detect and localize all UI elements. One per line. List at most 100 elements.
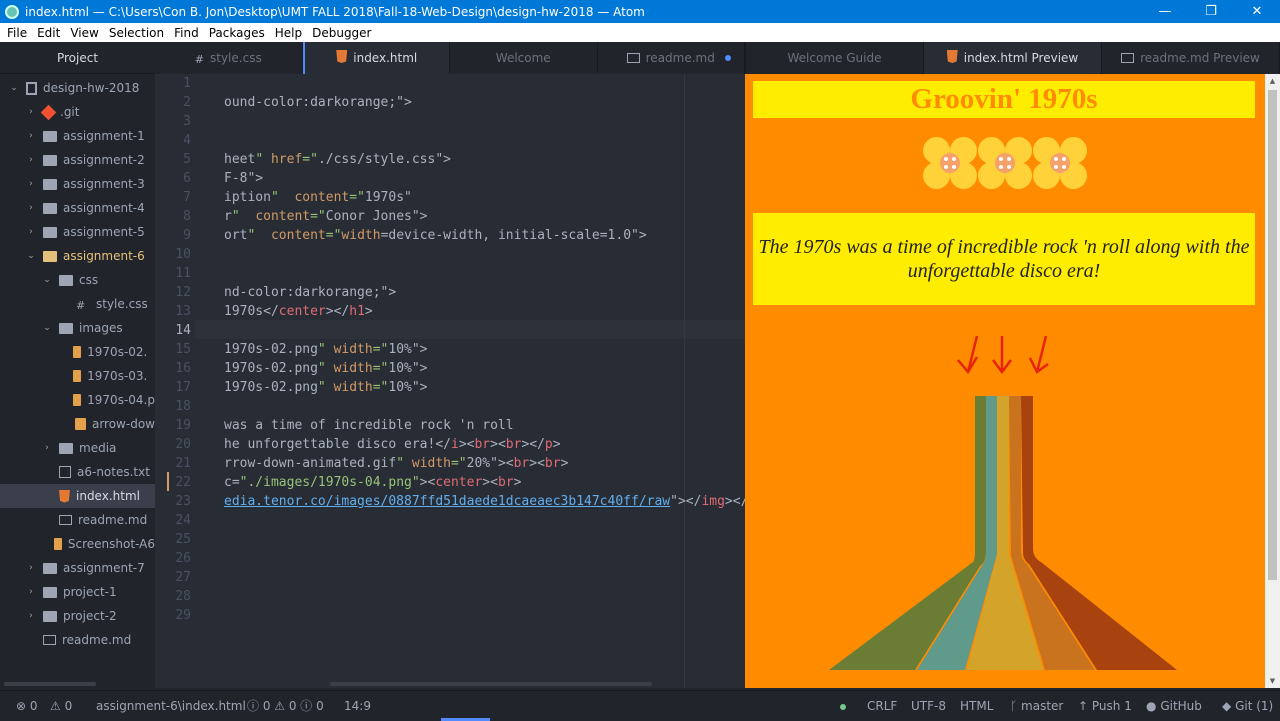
text-file-icon [59, 466, 71, 478]
status-bar: ⊗ 0 ⚠ 0 assignment-6\index.html ⓘ 0 ⚠ 0 … [0, 690, 1280, 721]
folder-icon [43, 610, 57, 622]
tree-item[interactable]: readme.md [0, 508, 155, 532]
chevron-right-icon[interactable]: › [25, 563, 37, 573]
chevron-right-icon[interactable]: › [25, 155, 37, 165]
menu-bar: File Edit View Selection Find Packages H… [0, 23, 1280, 42]
minimize-button[interactable]: — [1142, 4, 1188, 19]
chevron-right-icon[interactable]: › [25, 131, 37, 141]
html-preview-pane[interactable]: Groovin' 1970s The 1970s was a time of i… [745, 74, 1265, 688]
menu-help[interactable]: Help [270, 26, 307, 40]
branch-selector[interactable]: ᚴ master [1010, 691, 1063, 721]
chevron-right-icon[interactable]: › [41, 443, 53, 453]
cursor-position[interactable]: 14:9 [344, 691, 371, 721]
chevron-right-icon[interactable]: › [25, 227, 37, 237]
chevron-down-icon[interactable]: ⌄ [41, 323, 53, 333]
tree-item[interactable]: › assignment-7 [0, 556, 155, 580]
code-line: iption" content="1970s" [224, 190, 412, 205]
tree-item[interactable]: › assignment-4 [0, 196, 155, 220]
tab-label: readme.md [645, 51, 715, 65]
tree-item[interactable]: readme.md [0, 628, 155, 652]
linter-summary[interactable]: ⓘ 0 ⚠ 0 ⓘ 0 [247, 691, 324, 721]
tree-item[interactable]: › project-1 [0, 580, 155, 604]
tree-item[interactable]: arrow-dow [0, 412, 155, 436]
line-number: 5 [183, 152, 191, 167]
preview-vertical-scrollbar[interactable]: ▲ ▼ [1265, 74, 1280, 688]
error-count[interactable]: ⊗ 0 [16, 691, 38, 721]
chevron-right-icon[interactable]: › [25, 179, 37, 189]
tree-item[interactable]: › assignment-5 [0, 220, 155, 244]
scrollbar-thumb[interactable] [1268, 90, 1277, 580]
folder-icon [43, 226, 57, 238]
menu-edit[interactable]: Edit [32, 26, 65, 40]
line-number: 22 [175, 475, 191, 490]
tree-item[interactable]: ⌄ assignment-6 [0, 244, 155, 268]
code-line: rrow-down-animated.gif" width="20%"><br>… [224, 456, 569, 471]
tab-index-html[interactable]: index.html [302, 42, 450, 74]
tree-item[interactable]: 1970s-03.p [0, 364, 155, 388]
menu-find[interactable]: Find [169, 26, 204, 40]
folder-open-icon [43, 250, 57, 262]
line-number: 26 [175, 551, 191, 566]
close-button[interactable]: ✕ [1234, 4, 1280, 19]
line-number: 4 [183, 133, 191, 148]
tree-item[interactable]: › assignment-2 [0, 148, 155, 172]
menu-selection[interactable]: Selection [104, 26, 169, 40]
chevron-down-icon[interactable]: ⌄ [8, 83, 20, 93]
line-ending-selector[interactable]: CRLF [867, 691, 897, 721]
chevron-right-icon[interactable]: › [25, 587, 37, 597]
tab-readme-md-preview[interactable]: readme.md Preview [1102, 42, 1280, 74]
chevron-right-icon[interactable]: › [25, 611, 37, 621]
tree-item[interactable]: a6-notes.txt [0, 460, 155, 484]
tree-item[interactable]: › assignment-1 [0, 124, 155, 148]
tree-item[interactable]: › .git [0, 100, 155, 124]
repo-icon [26, 81, 37, 95]
chevron-down-icon[interactable]: ⌄ [25, 251, 37, 261]
tree-item[interactable]: index.html [0, 484, 155, 508]
line-number: 29 [175, 608, 191, 623]
editor-tab-bar: # style.css index.html Welcome readme.md [155, 42, 745, 74]
tab-index-html-preview[interactable]: index.html Preview [924, 42, 1102, 74]
tab-welcome-guide[interactable]: Welcome Guide [746, 42, 924, 74]
atom-logo-icon [5, 4, 19, 19]
tab-welcome[interactable]: Welcome [450, 42, 598, 74]
code-editor[interactable]: 1 2 3 4 5 6 7 8 9 10 11 12 13 14 15 16 17 18 19 20 21 22 23 24 2… [155, 74, 745, 688]
menu-debugger[interactable]: Debugger [307, 26, 376, 40]
chevron-right-icon[interactable]: › [25, 203, 37, 213]
chevron-down-icon[interactable]: ⌄ [41, 275, 53, 285]
image-file-icon [72, 346, 82, 358]
tree-item[interactable]: › project-2 [0, 604, 155, 628]
tree-item[interactable]: Screenshot-A6 [0, 532, 155, 556]
git-button[interactable]: ◆ Git (1) [1222, 691, 1273, 721]
title-bar: index.html — C:\Users\Con B. Jon\Desktop… [0, 0, 1280, 23]
scroll-down-arrow-icon[interactable]: ▼ [1265, 674, 1280, 688]
folder-icon [43, 178, 57, 190]
encoding-selector[interactable]: UTF-8 [911, 691, 946, 721]
tree-item[interactable]: ⌄ css [0, 268, 155, 292]
tree-item[interactable]: › media [0, 436, 155, 460]
tab-readme-md[interactable]: readme.md [598, 42, 745, 74]
tab-style-css[interactable]: # style.css [155, 42, 303, 74]
code-line: 1970s-02.png" width="10%"> [224, 380, 428, 395]
editor-horizontal-scrollbar[interactable] [330, 682, 652, 686]
chevron-right-icon[interactable]: › [25, 107, 37, 117]
scroll-up-arrow-icon[interactable]: ▲ [1265, 74, 1280, 88]
menu-packages[interactable]: Packages [204, 26, 270, 40]
image-file-icon [72, 370, 82, 382]
menu-view[interactable]: View [65, 26, 103, 40]
tree-item[interactable]: 1970s-02.p [0, 340, 155, 364]
grammar-selector[interactable]: HTML [960, 691, 993, 721]
code-line: he unforgettable disco era!</i><br><br><… [224, 437, 561, 452]
linter-summary-value: 0 ⚠ 0 ⓘ 0 [262, 699, 324, 713]
warning-count[interactable]: ⚠ 0 [50, 691, 72, 721]
github-button[interactable]: ● GitHub [1146, 691, 1202, 721]
tree-horizontal-scrollbar[interactable] [4, 682, 96, 686]
tree-item[interactable]: ⌄ images [0, 316, 155, 340]
tree-item[interactable]: › assignment-3 [0, 172, 155, 196]
push-button[interactable]: ↑ Push 1 [1078, 691, 1132, 721]
menu-file[interactable]: File [2, 26, 32, 40]
tree-item[interactable]: 1970s-04.p [0, 388, 155, 412]
file-path[interactable]: assignment-6\index.html [96, 691, 246, 721]
restore-button[interactable]: ❐ [1188, 4, 1234, 19]
tree-item[interactable]: ⌄ design-hw-2018 [0, 76, 155, 100]
tree-item[interactable]: # style.css [0, 292, 155, 316]
